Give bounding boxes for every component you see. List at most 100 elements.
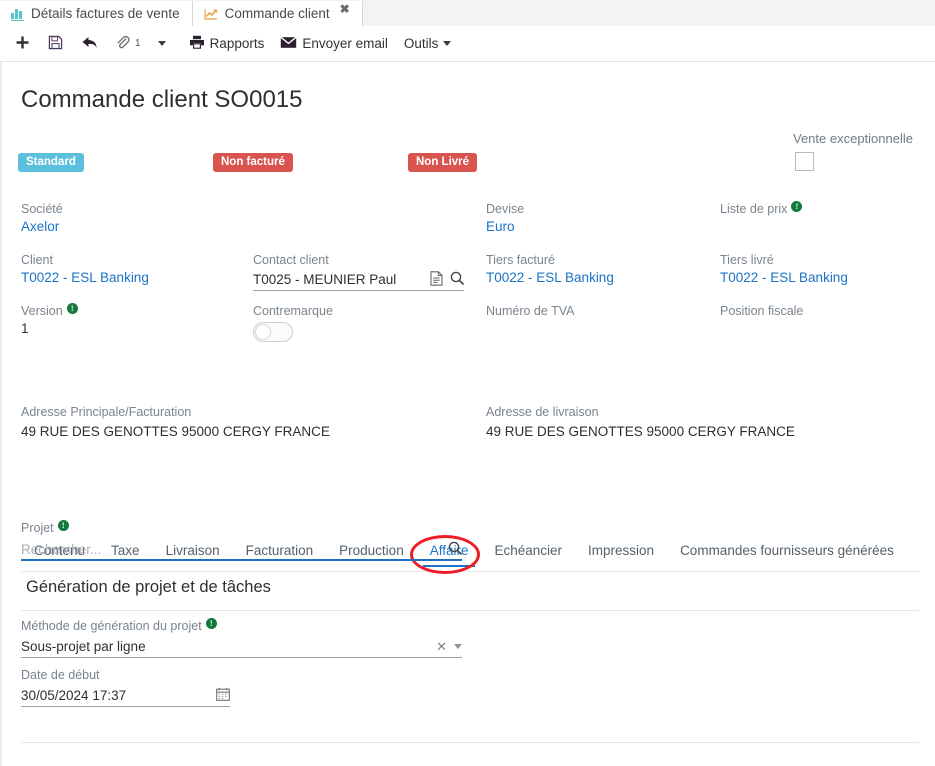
field-customer-contact: Contact client: [253, 253, 329, 267]
exceptional-sale-checkbox[interactable]: [795, 152, 814, 171]
info-icon[interactable]: !: [57, 519, 69, 531]
start-date-value: 30/05/2024 17:37: [21, 688, 127, 703]
tab-commandes-fournisseurs-generees[interactable]: Commandes fournisseurs générées: [667, 539, 907, 567]
field-currency-value[interactable]: Euro: [486, 219, 524, 234]
customer-contact-value: T0025 - MEUNIER Paul: [253, 272, 397, 287]
generation-method-actions: ✕: [436, 640, 462, 653]
info-icon[interactable]: !: [791, 200, 803, 212]
field-delivered-partner: Tiers livré T0022 - ESL Banking: [720, 253, 848, 285]
attachment-count: 1: [135, 38, 141, 49]
field-version-value: 1: [21, 321, 29, 336]
app-tab-sale-order[interactable]: Commande client ✖: [192, 1, 363, 26]
field-delivery-address-value: 49 RUE DES GENOTTES 95000 CERGY FRANCE: [486, 424, 795, 439]
section-title-project-generation: Génération de projet et de tâches: [26, 578, 271, 596]
field-backorder: Contremarque: [253, 304, 333, 318]
field-main-address-value: 49 RUE DES GENOTTES 95000 CERGY FRANCE: [21, 424, 330, 439]
envelope-icon: [280, 36, 297, 52]
info-icon[interactable]: !: [66, 302, 78, 314]
printer-icon: [189, 35, 205, 52]
close-icon[interactable]: ✖: [340, 2, 350, 16]
tools-menu-button[interactable]: Outils: [396, 33, 460, 54]
field-price-list-label-text: Liste de prix: [720, 202, 788, 216]
document-icon[interactable]: [430, 270, 443, 289]
back-button[interactable]: [72, 32, 107, 56]
app-tab-label: Commande client: [224, 6, 330, 21]
calendar-icon[interactable]: [216, 687, 230, 704]
chevron-down-icon: [157, 41, 166, 46]
status-badge-type: Standard: [18, 153, 84, 173]
tab-impression[interactable]: Impression: [575, 539, 667, 567]
generation-method-select[interactable]: Sous-projet par ligne ✕: [21, 636, 462, 658]
field-customer-label: Client: [21, 253, 53, 267]
field-currency: Devise Euro: [486, 202, 524, 234]
field-currency-label: Devise: [486, 202, 525, 216]
tab-strip-filler: [362, 1, 935, 26]
field-vat-number-label: Numéro de TVA: [486, 304, 575, 318]
field-start-date-label: Date de début: [21, 668, 100, 682]
field-version-label: Version !: [21, 302, 78, 318]
status-badge-invoicing: Non facturé: [213, 153, 293, 173]
field-project-label: Projet !: [21, 519, 69, 535]
new-record-button[interactable]: [6, 32, 39, 56]
field-invoiced-partner-value[interactable]: T0022 - ESL Banking: [486, 270, 614, 285]
page-title: Commande client SO0015: [21, 86, 303, 113]
field-delivery-address: Adresse de livraison 49 RUE DES GENOTTES…: [486, 405, 795, 439]
field-main-address: Adresse Principale/Facturation 49 RUE DE…: [21, 405, 330, 439]
tab-label: Echéancier: [494, 543, 563, 558]
save-button[interactable]: [39, 32, 72, 56]
record-page: Commande client SO0015 Standard Non fact…: [0, 62, 935, 766]
project-placeholder: Rechercher...: [21, 541, 102, 557]
send-email-button[interactable]: Envoyer email: [272, 33, 396, 55]
field-customer-value[interactable]: T0022 - ESL Banking: [21, 270, 149, 285]
search-icon[interactable]: [448, 541, 462, 558]
line-chart-icon: [203, 8, 218, 20]
save-icon: [48, 35, 63, 53]
field-generation-method-label-text: Méthode de génération du projet: [21, 619, 202, 633]
project-search-input[interactable]: Rechercher...: [21, 539, 462, 561]
field-project: Projet !: [21, 519, 69, 535]
field-invoiced-partner: Tiers facturé T0022 - ESL Banking: [486, 253, 614, 285]
start-date-input[interactable]: 30/05/2024 17:37: [21, 685, 230, 707]
tab-label: Impression: [588, 543, 655, 558]
chevron-down-icon[interactable]: [454, 644, 462, 649]
field-delivery-address-label: Adresse de livraison: [486, 405, 599, 419]
tab-echeancier[interactable]: Echéancier: [481, 539, 575, 567]
info-icon[interactable]: !: [205, 617, 217, 629]
search-icon[interactable]: [450, 271, 464, 288]
toolbar-more-dropdown[interactable]: [149, 38, 175, 49]
app-tab-sales-invoice-details[interactable]: Détails factures de vente: [0, 1, 193, 26]
field-version: Version ! 1: [21, 302, 78, 336]
field-price-list: Liste de prix !: [720, 200, 803, 219]
field-project-label-text: Projet: [21, 521, 54, 535]
customer-contact-actions: [430, 270, 464, 289]
paperclip-icon: [115, 35, 130, 53]
app-tab-strip: Détails factures de vente Commande clien…: [0, 0, 935, 27]
field-fiscal-position-label: Position fiscale: [720, 304, 804, 318]
clear-icon[interactable]: ✕: [436, 640, 447, 653]
field-company-label: Société: [21, 202, 63, 216]
app-tab-label: Détails factures de vente: [31, 6, 180, 21]
field-delivered-partner-value[interactable]: T0022 - ESL Banking: [720, 270, 848, 285]
tab-label: Commandes fournisseurs générées: [680, 543, 894, 558]
field-customer: Client T0022 - ESL Banking: [21, 253, 149, 285]
generation-method-value: Sous-projet par ligne: [21, 639, 146, 654]
customer-contact-input[interactable]: T0025 - MEUNIER Paul: [253, 269, 464, 291]
exceptional-sale-label: Vente exceptionnelle: [793, 131, 913, 146]
field-price-list-label: Liste de prix !: [720, 200, 803, 216]
field-start-date: Date de début: [21, 668, 100, 682]
field-company-value[interactable]: Axelor: [21, 219, 63, 234]
reports-button[interactable]: Rapports: [181, 32, 273, 55]
field-customer-contact-label: Contact client: [253, 253, 329, 267]
field-company: Société Axelor: [21, 202, 63, 234]
tab-bar-divider: [21, 571, 919, 572]
field-invoiced-partner-label: Tiers facturé: [486, 253, 556, 267]
plus-icon: [15, 35, 30, 53]
panel-bottom-divider: [21, 742, 919, 743]
project-search-action[interactable]: [448, 541, 462, 558]
attachments-button[interactable]: 1: [107, 32, 149, 56]
backorder-toggle[interactable]: [253, 322, 293, 342]
tools-label: Outils: [403, 36, 439, 51]
field-generation-method: Méthode de génération du projet !: [21, 617, 217, 633]
field-main-address-label: Adresse Principale/Facturation: [21, 405, 192, 419]
section-divider: [21, 610, 919, 611]
